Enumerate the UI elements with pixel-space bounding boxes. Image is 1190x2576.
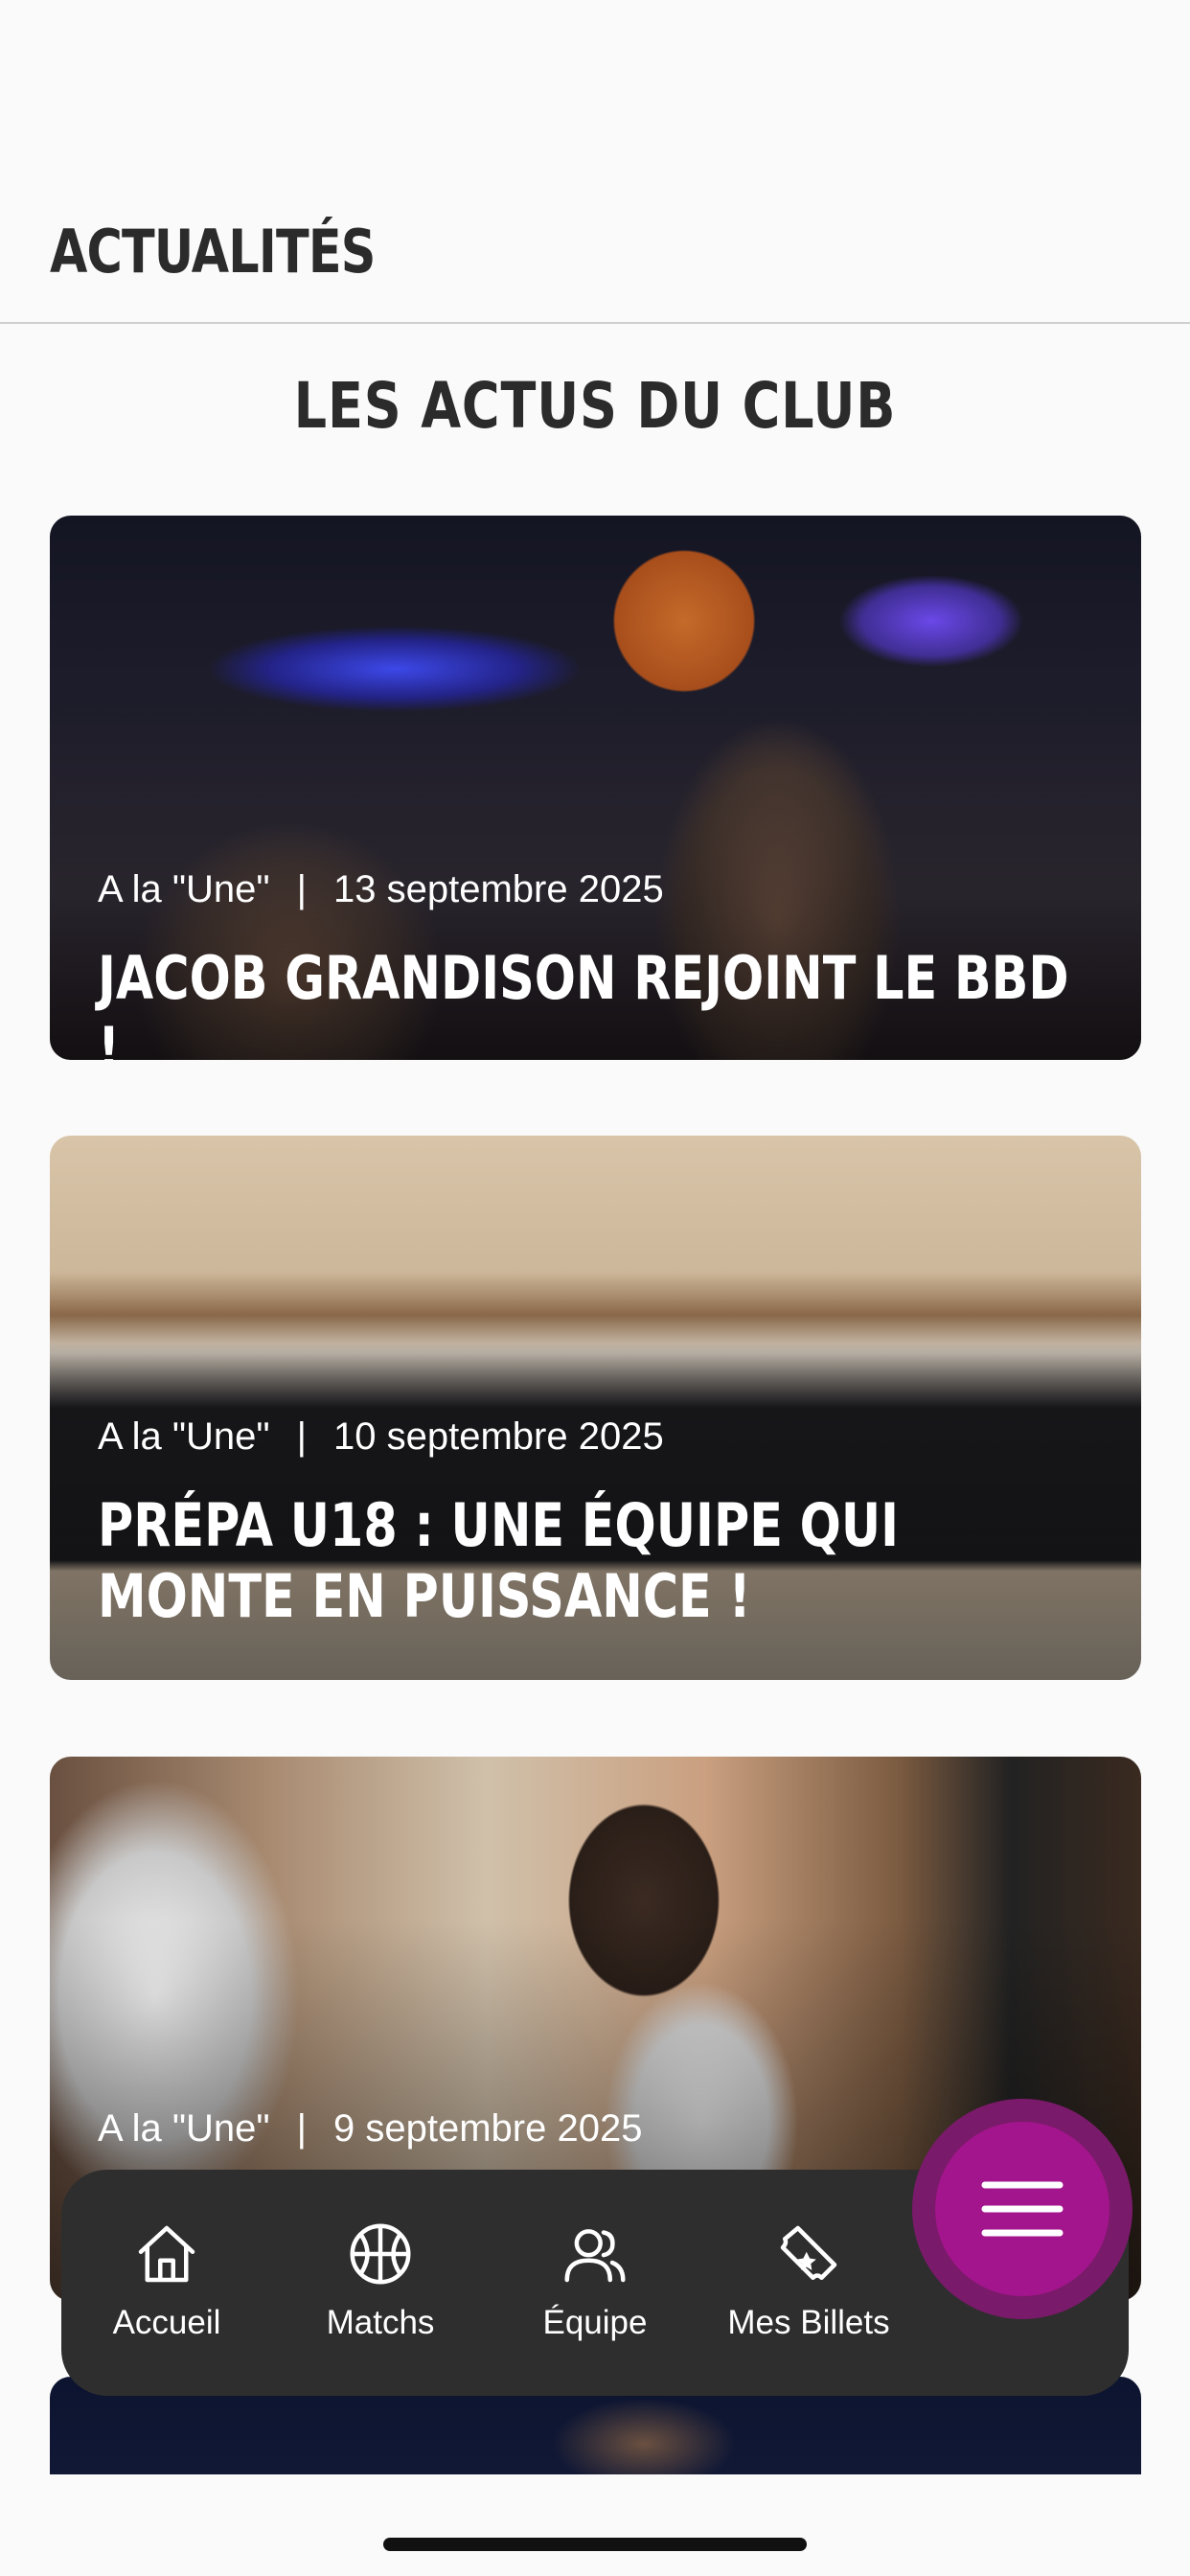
news-date: 10 septembre 2025 bbox=[333, 1415, 664, 1458]
tab-label: Mes Billets bbox=[727, 2304, 890, 2341]
home-indicator[interactable] bbox=[383, 2538, 807, 2551]
news-category: A la "Une" bbox=[98, 1415, 270, 1458]
news-card[interactable]: A la "Une" | 13 septembre 2025 JACOB GRAND… bbox=[50, 516, 1141, 1060]
header: ACTUALITÉS bbox=[0, 0, 1190, 324]
tab-label: Accueil bbox=[112, 2304, 221, 2341]
tab-matchs[interactable]: Matchs bbox=[285, 2170, 476, 2396]
ticket-icon bbox=[780, 2225, 837, 2280]
page-title: ACTUALITÉS bbox=[50, 217, 376, 287]
basketball-icon bbox=[350, 2223, 411, 2285]
tab-accueil[interactable]: Accueil bbox=[71, 2170, 263, 2396]
section-title: LES ACTUS DU CLUB bbox=[293, 369, 897, 443]
meta-separator: | bbox=[296, 1415, 307, 1458]
news-category: A la "Une" bbox=[98, 2107, 270, 2150]
home-icon bbox=[138, 2225, 195, 2283]
news-title: JACOB GRANDISON REJOINT LE BBD ! bbox=[98, 943, 1069, 1060]
news-card-meta: A la "Une" | 9 septembre 2025 bbox=[98, 2107, 642, 2150]
news-date: 9 septembre 2025 bbox=[333, 2107, 643, 2150]
users-icon bbox=[564, 2229, 626, 2283]
news-card[interactable]: A la "Une" | 10 septembre 2025 PRÉPA U18 :… bbox=[50, 1136, 1141, 1680]
news-date: 13 septembre 2025 bbox=[333, 868, 664, 910]
tab-label: Matchs bbox=[326, 2304, 435, 2341]
hamburger-menu-icon bbox=[981, 2181, 1064, 2237]
news-category: A la "Une" bbox=[98, 868, 270, 910]
tab-equipe[interactable]: Équipe bbox=[499, 2170, 691, 2396]
tab-mes-billets[interactable]: Mes Billets bbox=[713, 2170, 904, 2396]
news-title: PRÉPA U18 : UNE ÉQUIPE QUI MONTE EN PUIS… bbox=[98, 1490, 900, 1631]
menu-button[interactable] bbox=[935, 2122, 1110, 2296]
meta-separator: | bbox=[296, 868, 307, 910]
tab-label: Équipe bbox=[542, 2304, 648, 2341]
meta-separator: | bbox=[296, 2107, 307, 2150]
news-card-meta: A la "Une" | 13 septembre 2025 bbox=[98, 868, 664, 911]
news-card-meta: A la "Une" | 10 septembre 2025 bbox=[98, 1415, 664, 1459]
